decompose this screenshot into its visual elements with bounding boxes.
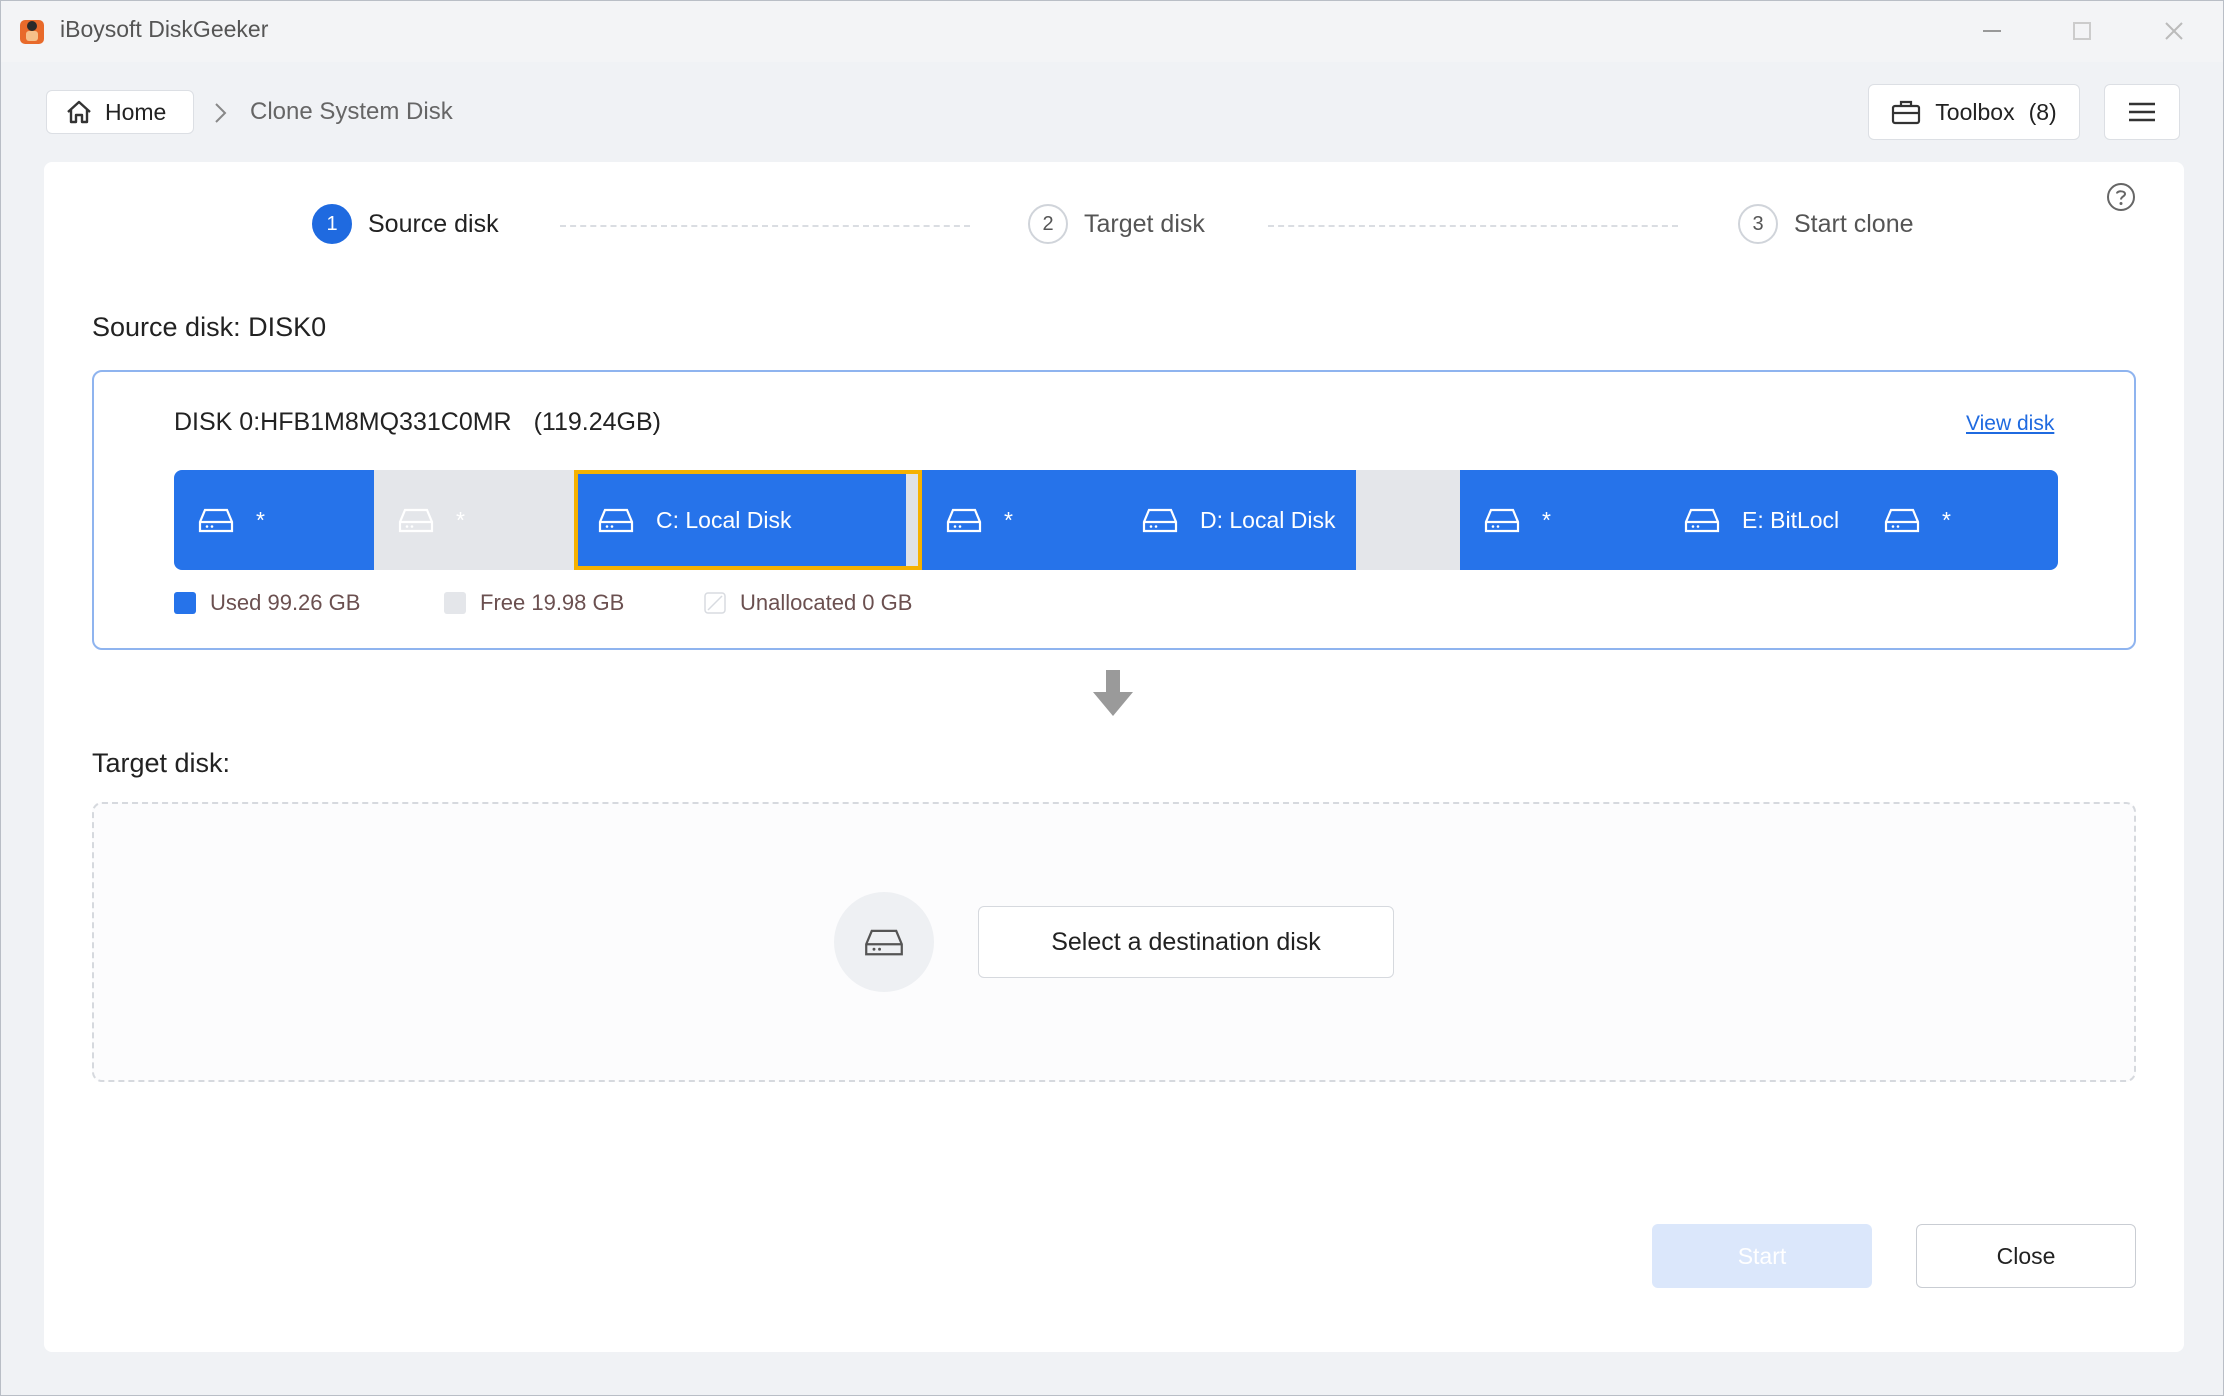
partition-segment[interactable]: * E: BitLocl * <box>1460 470 2058 570</box>
home-label: Home <box>105 98 167 125</box>
drive-icon <box>946 508 982 533</box>
toolbox-button[interactable]: Toolbox (8) <box>1868 84 2080 140</box>
partition-segment[interactable]: * <box>174 470 374 570</box>
drive-icon <box>198 508 234 533</box>
close-icon <box>2165 22 2183 40</box>
app-logo-icon <box>20 20 44 44</box>
partition-label: C: Local Disk <box>656 506 792 533</box>
drive-icon <box>598 508 634 533</box>
step-number: 1 <box>312 204 352 244</box>
partition-free-tail <box>906 474 918 566</box>
partition-segment[interactable]: * <box>374 470 574 570</box>
partition-segment[interactable]: * D: Local Disk <box>922 470 1356 570</box>
source-heading-value: DISK0 <box>248 312 327 342</box>
help-icon[interactable] <box>2106 182 2136 212</box>
step-label: Target disk <box>1084 209 1205 238</box>
target-disk-placeholder <box>834 892 934 992</box>
step-connector <box>1268 225 1678 227</box>
select-destination-disk-button[interactable]: Select a destination disk <box>978 906 1394 978</box>
legend-label: Used 99.26 GB <box>210 590 361 615</box>
step-source-disk: 1 Source disk <box>312 204 499 244</box>
home-button[interactable]: Home <box>46 90 194 134</box>
legend-free: Free 19.98 GB <box>444 590 624 616</box>
legend-label: Free 19.98 GB <box>480 590 625 615</box>
main-menu-button[interactable] <box>2104 84 2180 140</box>
minimize-button[interactable] <box>1972 14 2012 48</box>
hamburger-menu-icon <box>2129 102 2155 122</box>
disk-name: DISK 0:HFB1M8MQ331C0MR (119.24GB) <box>174 408 661 437</box>
partition-segment-selected[interactable]: C: Local Disk <box>574 470 922 570</box>
minimize-icon <box>1983 30 2001 32</box>
step-connector <box>560 225 970 227</box>
home-icon <box>67 100 91 124</box>
drive-icon <box>865 929 903 956</box>
partition-segment[interactable] <box>1356 470 1460 570</box>
legend-swatch-used <box>174 592 196 614</box>
source-disk-heading: Source disk: DISK0 <box>92 312 326 343</box>
toolbox-count: (8) <box>2028 98 2057 125</box>
step-number: 3 <box>1738 204 1778 244</box>
disk-model: DISK 0:HFB1M8MQ331C0MR <box>174 408 512 436</box>
arrow-down-icon <box>1093 670 1133 716</box>
title-bar: iBoysoft DiskGeeker <box>0 0 2224 62</box>
partition-label: * <box>1942 506 1951 533</box>
source-heading-label: Source disk: <box>92 312 241 342</box>
drive-icon <box>1142 508 1178 533</box>
legend-swatch-unallocated <box>704 592 726 614</box>
step-target-disk: 2 Target disk <box>1028 204 1205 244</box>
start-button[interactable]: Start <box>1652 1224 1872 1288</box>
partition-label: D: Local Disk <box>1200 506 1336 533</box>
close-window-button[interactable] <box>2154 14 2194 48</box>
partition-bar: * * C: Local Disk * D: Local Disk * E: B… <box>174 470 2058 570</box>
partition-label: * <box>456 506 465 533</box>
step-number: 2 <box>1028 204 1068 244</box>
app-title: iBoysoft DiskGeeker <box>60 16 269 42</box>
step-label: Source disk <box>368 209 499 238</box>
legend-swatch-free <box>444 592 466 614</box>
step-start-clone: 3 Start clone <box>1738 204 1914 244</box>
clone-panel <box>44 162 2184 1352</box>
breadcrumb-current: Clone System Disk <box>250 98 453 125</box>
drive-icon <box>1484 508 1520 533</box>
partition-label: E: BitLocl <box>1742 506 1840 533</box>
drive-icon <box>1884 508 1920 533</box>
partition-label: * <box>1542 506 1551 533</box>
drive-icon <box>1684 508 1720 533</box>
step-label: Start clone <box>1794 209 1914 238</box>
partition-label: * <box>256 506 265 533</box>
close-button[interactable]: Close <box>1916 1224 2136 1288</box>
legend-label: Unallocated 0 GB <box>740 590 913 615</box>
toolbox-label: Toolbox <box>1935 98 2015 125</box>
maximize-button[interactable] <box>2062 14 2102 48</box>
drive-icon <box>398 508 434 533</box>
maximize-icon <box>2073 22 2091 40</box>
toolbox-icon <box>1892 100 1921 125</box>
partition-label: * <box>1004 506 1013 533</box>
view-disk-link[interactable]: View disk <box>1966 412 2054 436</box>
chevron-right-icon <box>215 103 227 123</box>
legend-used: Used 99.26 GB <box>174 590 360 616</box>
legend-unallocated: Unallocated 0 GB <box>704 590 912 616</box>
target-disk-heading: Target disk: <box>92 748 231 778</box>
disk-size: (119.24GB) <box>533 408 661 436</box>
